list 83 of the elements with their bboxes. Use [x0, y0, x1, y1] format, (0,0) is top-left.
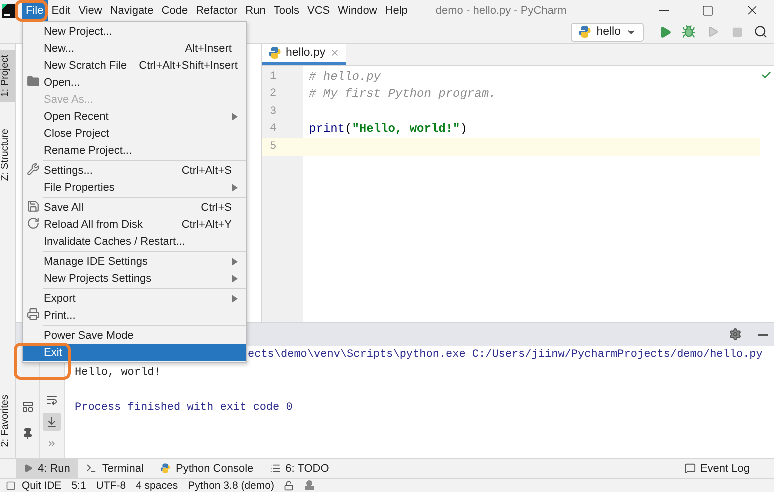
scroll-to-end-button[interactable] — [43, 413, 61, 431]
menu-item[interactable]: Navigate — [106, 0, 158, 21]
menu-entry[interactable]: Print... — [23, 307, 246, 324]
menu-entry[interactable]: Open... — [23, 74, 246, 91]
terminal-icon — [86, 463, 98, 474]
minimize-icon — [758, 334, 768, 336]
menu-entry[interactable]: Export — [23, 290, 246, 307]
console-line: Hello, world! — [75, 366, 161, 380]
console-line: ects\demo\venv\Scripts\python.exe C:/Users/jiinw/PycharmProjects/demo/hello.py — [248, 348, 763, 363]
menu-item[interactable]: Code — [158, 0, 192, 21]
code-line: 4 print("Hello, world!") — [269, 121, 468, 138]
folder-icon — [27, 74, 40, 88]
menu-entry[interactable]: File Properties — [23, 179, 246, 196]
event-log-button[interactable]: Event Log — [685, 462, 750, 474]
status-item[interactable]: Python 3.8 (demo) — [188, 480, 274, 492]
search-button[interactable] — [752, 23, 770, 41]
menu-entry[interactable]: Rename Project... — [23, 142, 246, 159]
tool-window-tab[interactable]: Z: Structure — [0, 124, 15, 186]
menu-item[interactable]: Run — [242, 0, 270, 21]
lock-icon[interactable] — [284, 480, 294, 490]
wrap-icon — [46, 394, 58, 406]
menu-entry[interactable]: Invalidate Caches / Restart... — [23, 233, 246, 250]
search-icon — [754, 25, 768, 39]
menu-item[interactable]: Tools — [270, 0, 304, 21]
menu-entry[interactable]: New Scratch File Ctrl+Alt+Shift+Insert — [23, 57, 246, 74]
menu-item[interactable]: VCS — [304, 0, 334, 21]
menu-entry[interactable]: Manage IDE Settings — [23, 253, 246, 270]
menu-entry[interactable]: Reload All from Disk Ctrl+Alt+Y — [23, 216, 246, 233]
status-item[interactable]: 5:1 — [72, 480, 86, 492]
python-icon — [160, 463, 171, 474]
python-file-icon — [268, 46, 282, 60]
menu-entry[interactable]: Save All Ctrl+S — [23, 199, 246, 216]
menu-entry[interactable]: New Projects Settings — [23, 270, 246, 287]
layout-icon — [22, 401, 34, 413]
python-icon — [578, 25, 592, 39]
printer-icon — [27, 308, 40, 320]
window-title: demo - hello.py - PyCharm — [436, 4, 568, 16]
status-message: Quit IDE — [22, 480, 62, 492]
stop-icon — [732, 26, 742, 38]
close-icon — [330, 48, 340, 58]
bug-icon — [682, 25, 696, 39]
code-line: 2 # My first Python program. — [269, 86, 498, 103]
chevrons-icon — [47, 439, 57, 449]
debug-button[interactable] — [680, 23, 698, 41]
status-item[interactable]: 4 spaces — [136, 480, 178, 492]
menu-entry[interactable]: New Project... — [23, 23, 246, 40]
speech-bubble-icon — [685, 463, 696, 474]
play-icon — [24, 464, 33, 473]
settings-icon — [728, 328, 742, 341]
app-logo-icon — [2, 4, 16, 18]
menu-item[interactable]: Window — [334, 0, 382, 21]
tool-window-tab[interactable]: 4: Run — [16, 459, 78, 478]
play-icon — [658, 26, 672, 38]
tool-window-tab[interactable]: 1: Project — [0, 50, 15, 102]
menu-entry[interactable]: New... Alt+Insert — [23, 40, 246, 57]
code-line: 1 # hello.py — [269, 68, 382, 86]
tool-window-tab[interactable]: Python Console — [152, 459, 262, 478]
run-configuration-dropdown[interactable]: hello — [570, 22, 644, 42]
inspector-icon[interactable] — [304, 480, 316, 491]
tool-window-tab[interactable]: 2: Favorites — [0, 390, 15, 452]
menu-entry[interactable]: Exit — [23, 344, 246, 361]
menu-entry[interactable]: Open Recent — [23, 108, 246, 125]
menu-item[interactable]: Refactor — [192, 0, 242, 21]
menu-item[interactable]: Edit — [48, 0, 75, 21]
menu-entry[interactable]: Settings... Ctrl+Alt+S — [23, 162, 246, 179]
code-line: 3 — [269, 104, 278, 120]
panel-toggle-icon[interactable] — [6, 480, 16, 490]
maximize-icon — [702, 4, 714, 16]
tool-window-tab[interactable]: 6: TODO — [262, 459, 338, 478]
wrench-icon — [27, 162, 40, 176]
editor-tab[interactable]: hello.py — [262, 44, 346, 65]
menu-item[interactable]: Help — [381, 0, 412, 21]
reload-icon — [27, 216, 40, 230]
minimize-icon — [659, 10, 669, 11]
pin-icon — [22, 428, 34, 440]
status-item[interactable]: UTF-8 — [96, 480, 126, 492]
tool-window-tab[interactable]: Terminal — [78, 459, 152, 478]
console-line: Process finished with exit code 0 — [75, 400, 293, 416]
check-icon — [761, 70, 772, 81]
menu-item[interactable]: View — [74, 0, 106, 21]
menu-entry[interactable]: Close Project — [23, 125, 246, 142]
arrow-down-icon — [46, 416, 58, 428]
play-icon — [707, 26, 719, 38]
